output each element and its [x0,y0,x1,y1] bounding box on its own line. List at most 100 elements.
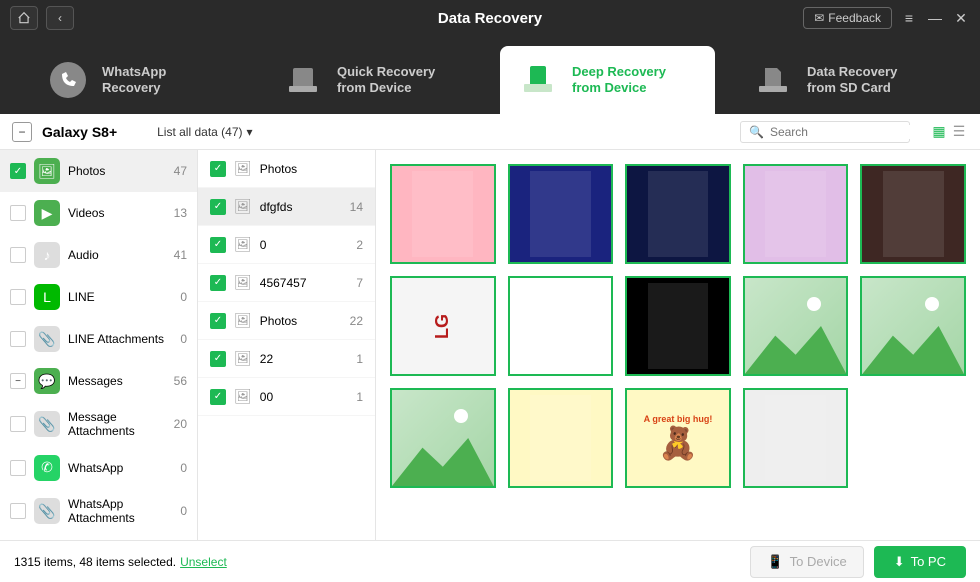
category-checkbox[interactable] [10,331,26,347]
category-item[interactable]: ♪Audio41 [0,234,197,276]
folder-item[interactable]: ✓🖼Photos22 [198,302,375,340]
thumbnail-item[interactable] [508,276,614,376]
thumbnail-item[interactable]: LG [390,276,496,376]
thumbnail-item[interactable] [743,164,849,264]
category-item[interactable]: ✆WhatsApp0 [0,447,197,489]
folder-checkbox[interactable]: ✓ [210,389,226,405]
folder-item[interactable]: ✓🖼02 [198,226,375,264]
to-pc-button[interactable]: ⬇ To PC [874,546,966,578]
status-text: 1315 items, 48 items selected. [14,555,176,569]
folder-item[interactable]: ✓🖼Photos [198,150,375,188]
category-item[interactable]: 📎WhatsApp Attachments0 [0,489,197,534]
folder-checkbox[interactable]: ✓ [210,313,226,329]
category-checkbox[interactable]: ✓ [10,163,26,179]
category-checkbox[interactable] [10,416,26,432]
thumbnail-item[interactable] [860,276,966,376]
image-icon: 🖼 [234,312,252,329]
category-icon: ▶ [34,200,60,226]
minimize-button[interactable]: — [926,9,944,27]
folder-item[interactable]: ✓🖼221 [198,340,375,378]
category-item[interactable]: −💬Messages56 [0,360,197,402]
thumbnail-item[interactable] [390,388,496,488]
category-checkbox[interactable] [10,503,26,519]
category-label: Audio [68,248,166,262]
thumbnail-item[interactable] [625,164,731,264]
folder-item[interactable]: ✓🖼45674577 [198,264,375,302]
folder-label: 0 [260,238,349,252]
folder-checkbox[interactable]: ✓ [210,275,226,291]
folder-count: 2 [356,238,363,252]
category-icon: L [34,284,60,310]
folder-label: Photos [260,162,355,176]
category-icon: 🖼 [34,158,60,184]
list-view-button[interactable]: ☰ [950,123,968,141]
folder-item[interactable]: ✓🖼001 [198,378,375,416]
folder-count: 22 [350,314,363,328]
category-item[interactable]: 📎LINE Attachments0 [0,318,197,360]
thumbnail-content [883,171,944,257]
category-label: WhatsApp Attachments [68,497,172,526]
folder-checkbox[interactable]: ✓ [210,199,226,215]
thumbnail-item[interactable] [390,164,496,264]
category-item[interactable]: ✓🖼Photos47 [0,150,197,192]
category-count: 13 [174,206,187,220]
tab-label: from Device [572,80,666,96]
folder-label: dfgfds [260,200,342,214]
category-checkbox[interactable] [10,205,26,221]
thumbnail-item[interactable]: A great big hug!🧸 [625,388,731,488]
thumbnail-item[interactable] [508,164,614,264]
category-checkbox[interactable] [10,460,26,476]
unselect-link[interactable]: Unselect [180,555,227,569]
back-button[interactable]: ‹ [46,6,74,30]
folder-count: 1 [356,352,363,366]
tab-whatsapp-recovery[interactable]: WhatsAppRecovery [30,46,245,114]
mail-icon: ✉ [814,11,824,25]
filter-dropdown[interactable]: List all data (47) ▾ [157,125,252,139]
category-count: 0 [180,290,187,304]
thumbnail-content [648,283,709,369]
tab-quick-recovery[interactable]: Quick Recoveryfrom Device [265,46,480,114]
thumbnail-content: A great big hug!🧸 [640,410,717,466]
tab-label: Quick Recovery [337,64,435,80]
thumbnail-item[interactable] [743,276,849,376]
category-checkbox[interactable] [10,289,26,305]
to-device-button[interactable]: 📱 To Device [750,546,863,578]
category-count: 0 [180,332,187,346]
image-icon: 🖼 [234,274,252,291]
category-item[interactable]: ▶Videos13 [0,192,197,234]
search-box[interactable]: 🔍 [740,121,910,143]
thumbnail-content [648,171,709,257]
device-select-toggle[interactable]: − [12,122,32,142]
folder-checkbox[interactable]: ✓ [210,351,226,367]
thumbnail-item[interactable] [625,276,731,376]
category-item[interactable]: 📎Message Attachments20 [0,402,197,447]
thumbnail-content [765,171,826,257]
device-name: Galaxy S8+ [42,124,117,140]
menu-button[interactable]: ≡ [900,9,918,27]
tab-sd-recovery[interactable]: Data Recoveryfrom SD Card [735,46,950,114]
thumbnail-item[interactable] [508,388,614,488]
grid-view-button[interactable]: ▦ [930,123,948,141]
thumbnail-grid-area: LG A great big hug!🧸 [376,150,980,540]
feedback-button[interactable]: ✉ Feedback [803,7,892,29]
category-checkbox[interactable]: − [10,373,26,389]
thumbnail-item[interactable] [860,164,966,264]
home-button[interactable] [10,6,38,30]
category-item[interactable]: L LINE 0 [0,276,197,318]
category-sidebar: ✓🖼Photos47▶Videos13♪Audio41LLINE0📎LINE A… [0,150,198,540]
thumbnail-content [765,395,826,481]
mode-tabs: WhatsAppRecovery Quick Recoveryfrom Devi… [0,36,980,114]
thumbnail-content: LG [432,314,453,339]
thumbnail-item[interactable] [743,388,849,488]
device-icon: 📱 [767,554,783,570]
search-input[interactable] [770,125,925,139]
folder-item[interactable]: ✓🖼dfgfds14 [198,188,375,226]
category-checkbox[interactable] [10,247,26,263]
category-label: LINE [68,290,172,304]
category-label: WhatsApp [68,461,172,475]
folder-checkbox[interactable]: ✓ [210,161,226,177]
tab-deep-recovery[interactable]: Deep Recoveryfrom Device [500,46,715,114]
folder-label: 22 [260,352,349,366]
close-button[interactable]: ✕ [952,9,970,27]
folder-checkbox[interactable]: ✓ [210,237,226,253]
